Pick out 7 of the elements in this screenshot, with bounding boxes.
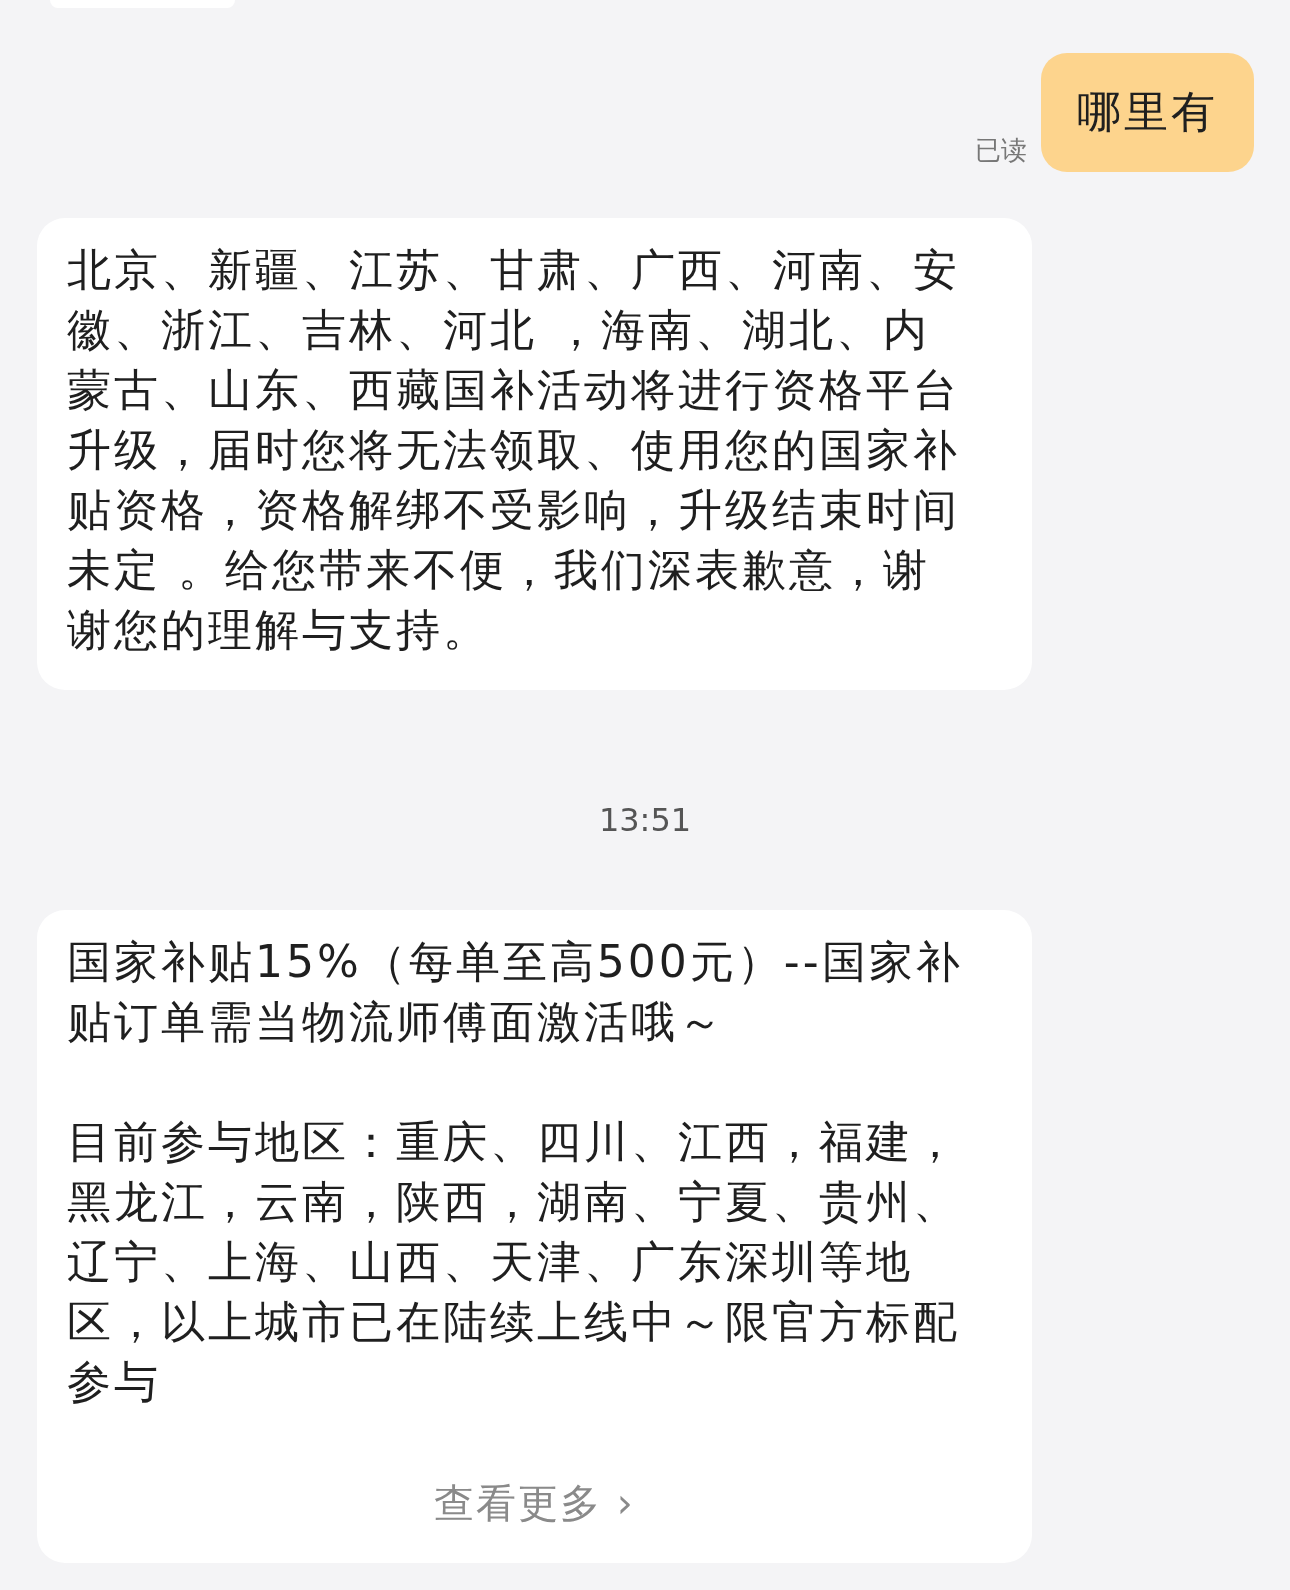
message-text: 国家补贴15%（每单至高500元）--国家补贴订单需当物流师傅面激活哦～ (67, 935, 964, 1049)
message-text: 北京、新疆、江苏、甘肃、广西、河南、安徽、浙江、吉林、河北 ，海南、湖北、内蒙古、山东、西藏国补活动将进行资格平台升级，届时您将无法领取、使用您的国家补贴资格，资格解绑不受影响，升级结束时间未定 。给您带来不便，我们深表歉意，谢谢您的理解与支持。 (67, 243, 961, 657)
timestamp: 13:51 (598, 800, 692, 840)
view-more-link[interactable]: 查看更多 › (434, 1480, 635, 1526)
message-text: 目前参与地区：重庆、四川、江西，福建，黑龙江，云南，陕西，湖南、宁夏、贵州、辽宁、上海、山西、天津、广东深圳等地区，以上城市已在陆续上线中～限官方标配参与 (67, 1115, 961, 1409)
read-status: 已读 (975, 134, 1027, 167)
message-bubble: 哪里有 (1041, 53, 1254, 172)
